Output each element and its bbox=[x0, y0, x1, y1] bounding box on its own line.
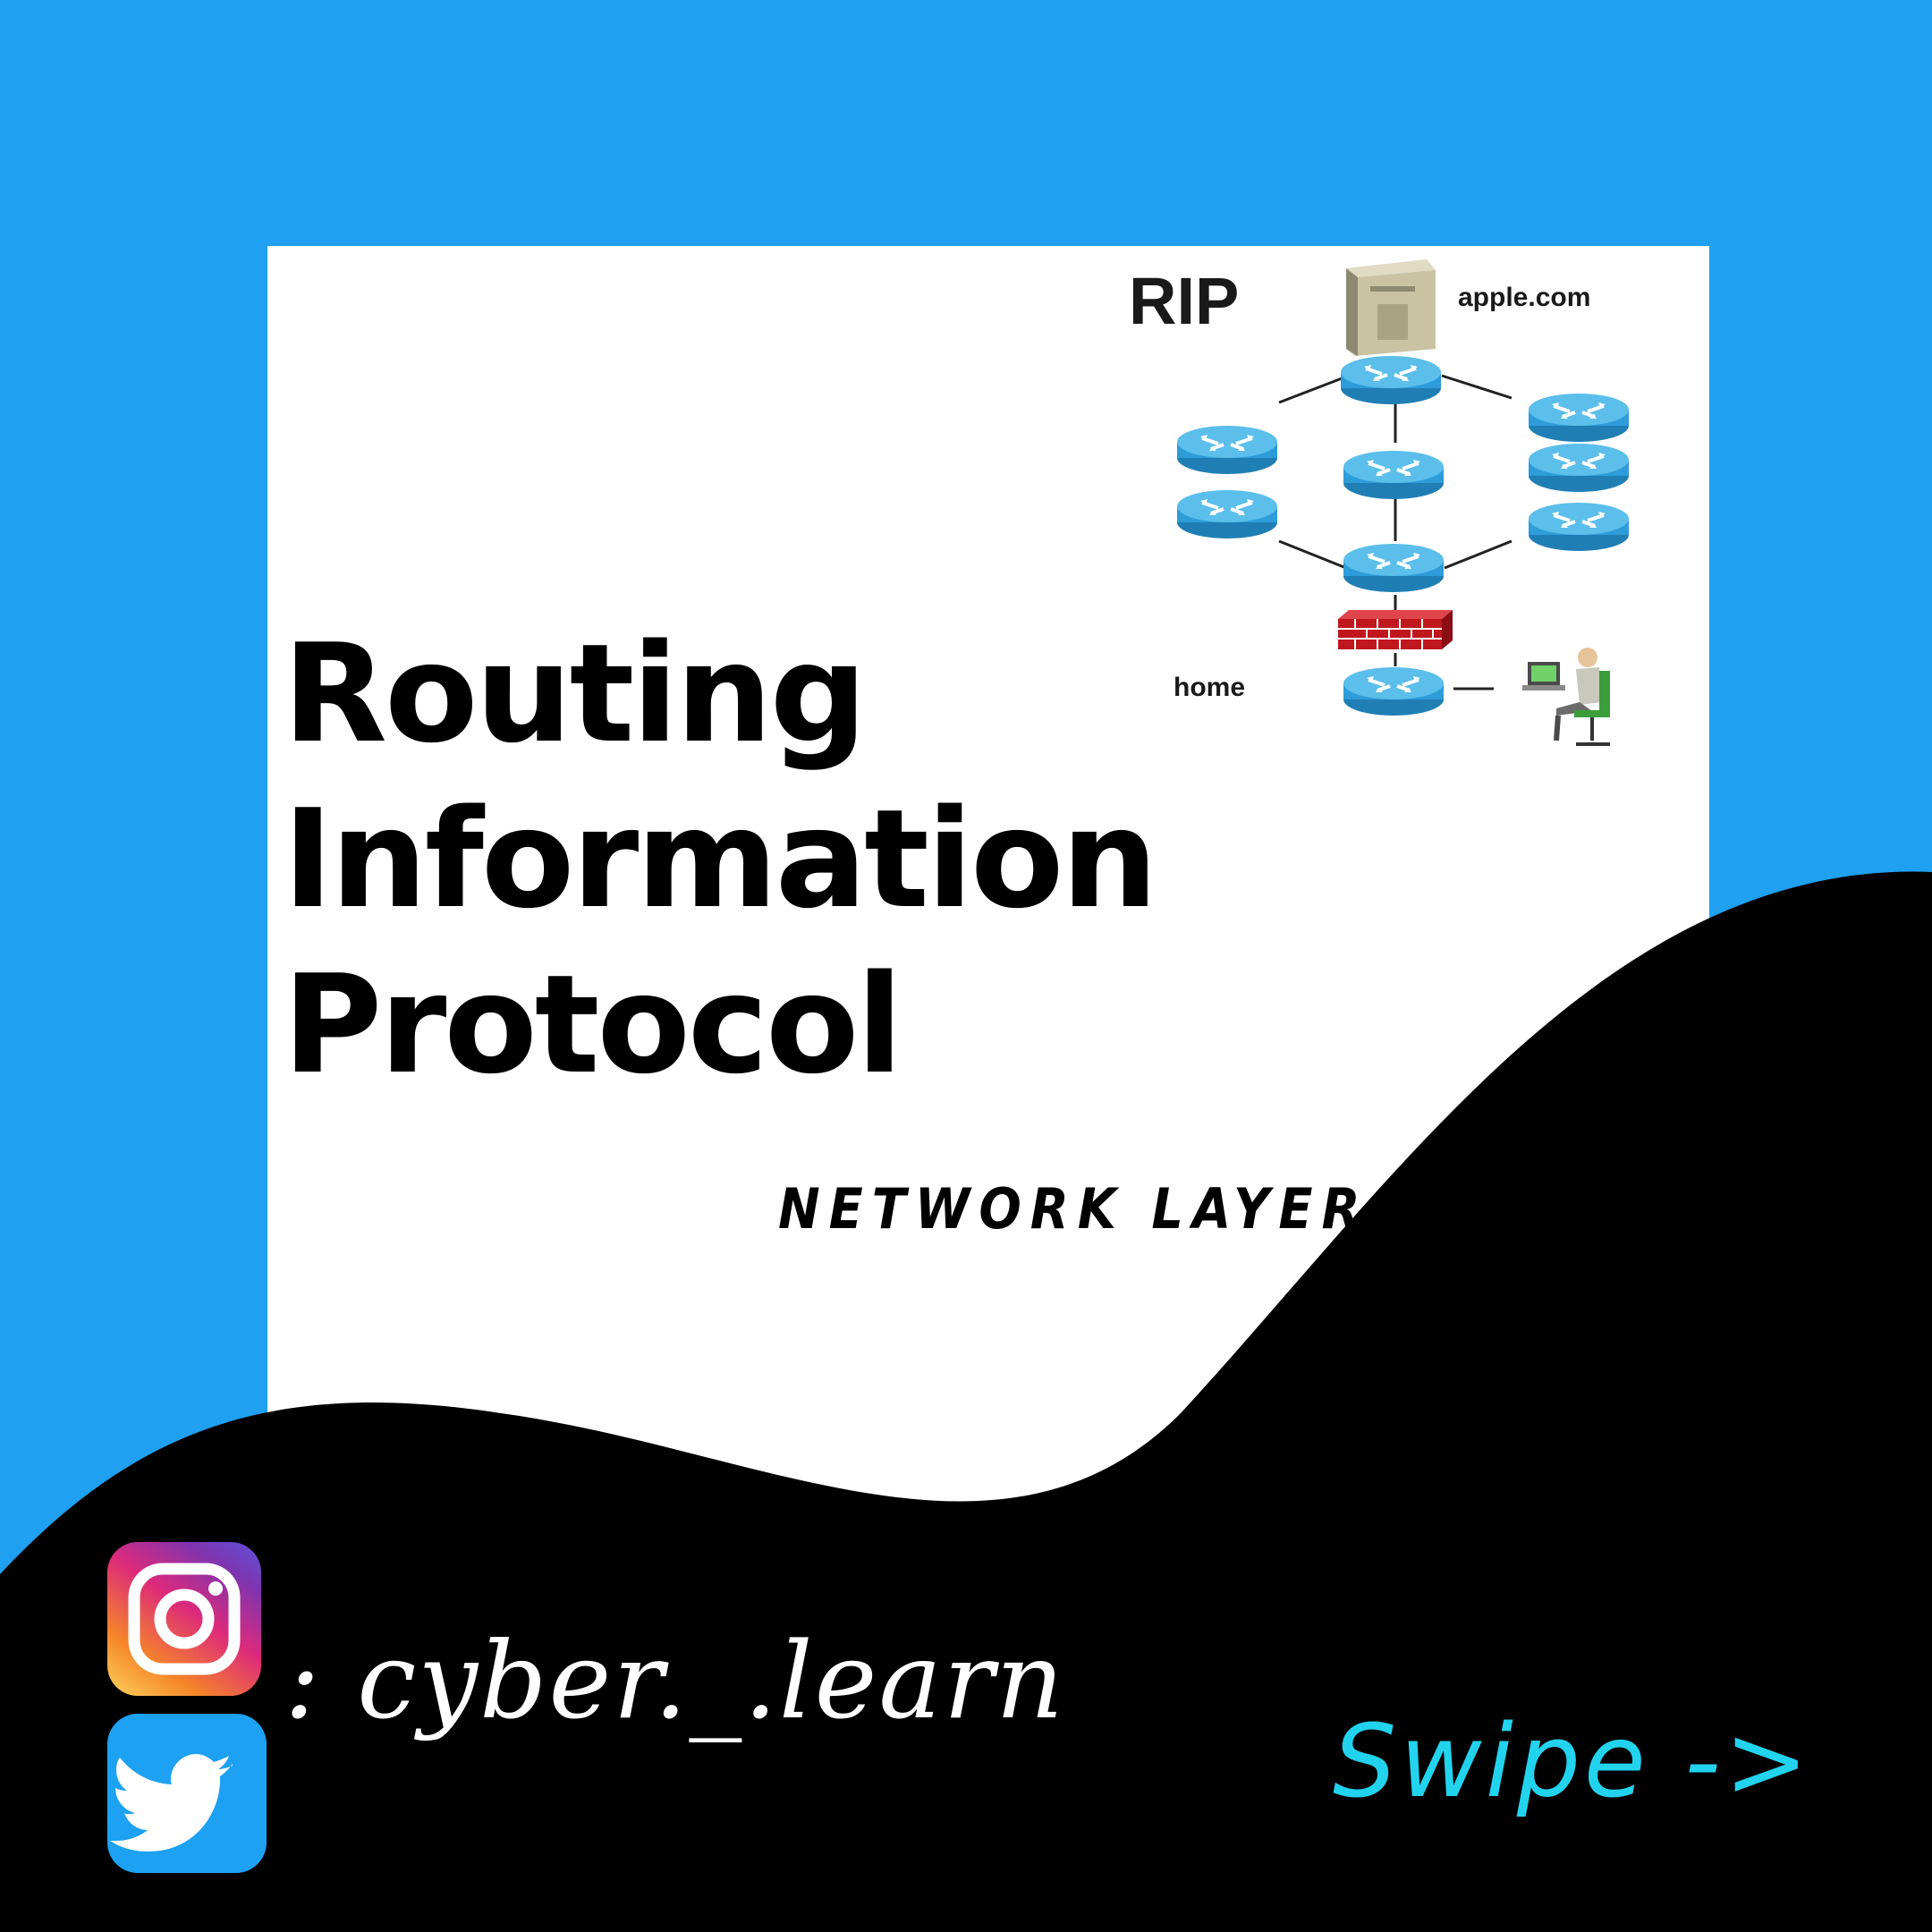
twitter-icon[interactable] bbox=[107, 1714, 267, 1873]
router-icon-right-lower bbox=[1527, 501, 1631, 553]
server-label: apple.com bbox=[1458, 283, 1590, 312]
subtitle: NETWORK LAYER. bbox=[778, 1176, 1398, 1241]
user-computer-icon bbox=[1522, 648, 1610, 746]
twitter-bird-glyph bbox=[110, 1754, 233, 1852]
instagram-icon[interactable] bbox=[107, 1542, 261, 1696]
router-icon-left-upper bbox=[1175, 424, 1279, 476]
router-icon-home bbox=[1342, 665, 1445, 717]
router-icon-right-middle bbox=[1527, 442, 1631, 494]
diagram-heading: RIP bbox=[1129, 264, 1239, 338]
instagram-glyph bbox=[128, 1563, 241, 1675]
rip-network-diagram: RIP apple.com home bbox=[1129, 259, 1631, 746]
firewall-icon bbox=[1338, 610, 1453, 649]
router-icon-center bbox=[1342, 449, 1445, 501]
router-icon-left-lower bbox=[1175, 488, 1279, 540]
social-handle: : cyber._.learn bbox=[284, 1619, 1066, 1742]
server-icon bbox=[1346, 259, 1436, 356]
home-label: home bbox=[1174, 673, 1245, 702]
swipe-prompt[interactable]: Swipe -> bbox=[1333, 1704, 1812, 1820]
title-line-3: Protocol bbox=[283, 945, 903, 1104]
title-line-1: Routing bbox=[283, 614, 867, 773]
router-icon-bottom bbox=[1342, 542, 1445, 594]
title-line-2: Information bbox=[283, 780, 1158, 938]
router-icon-top bbox=[1339, 354, 1443, 406]
router-icon-right-top bbox=[1527, 392, 1631, 444]
